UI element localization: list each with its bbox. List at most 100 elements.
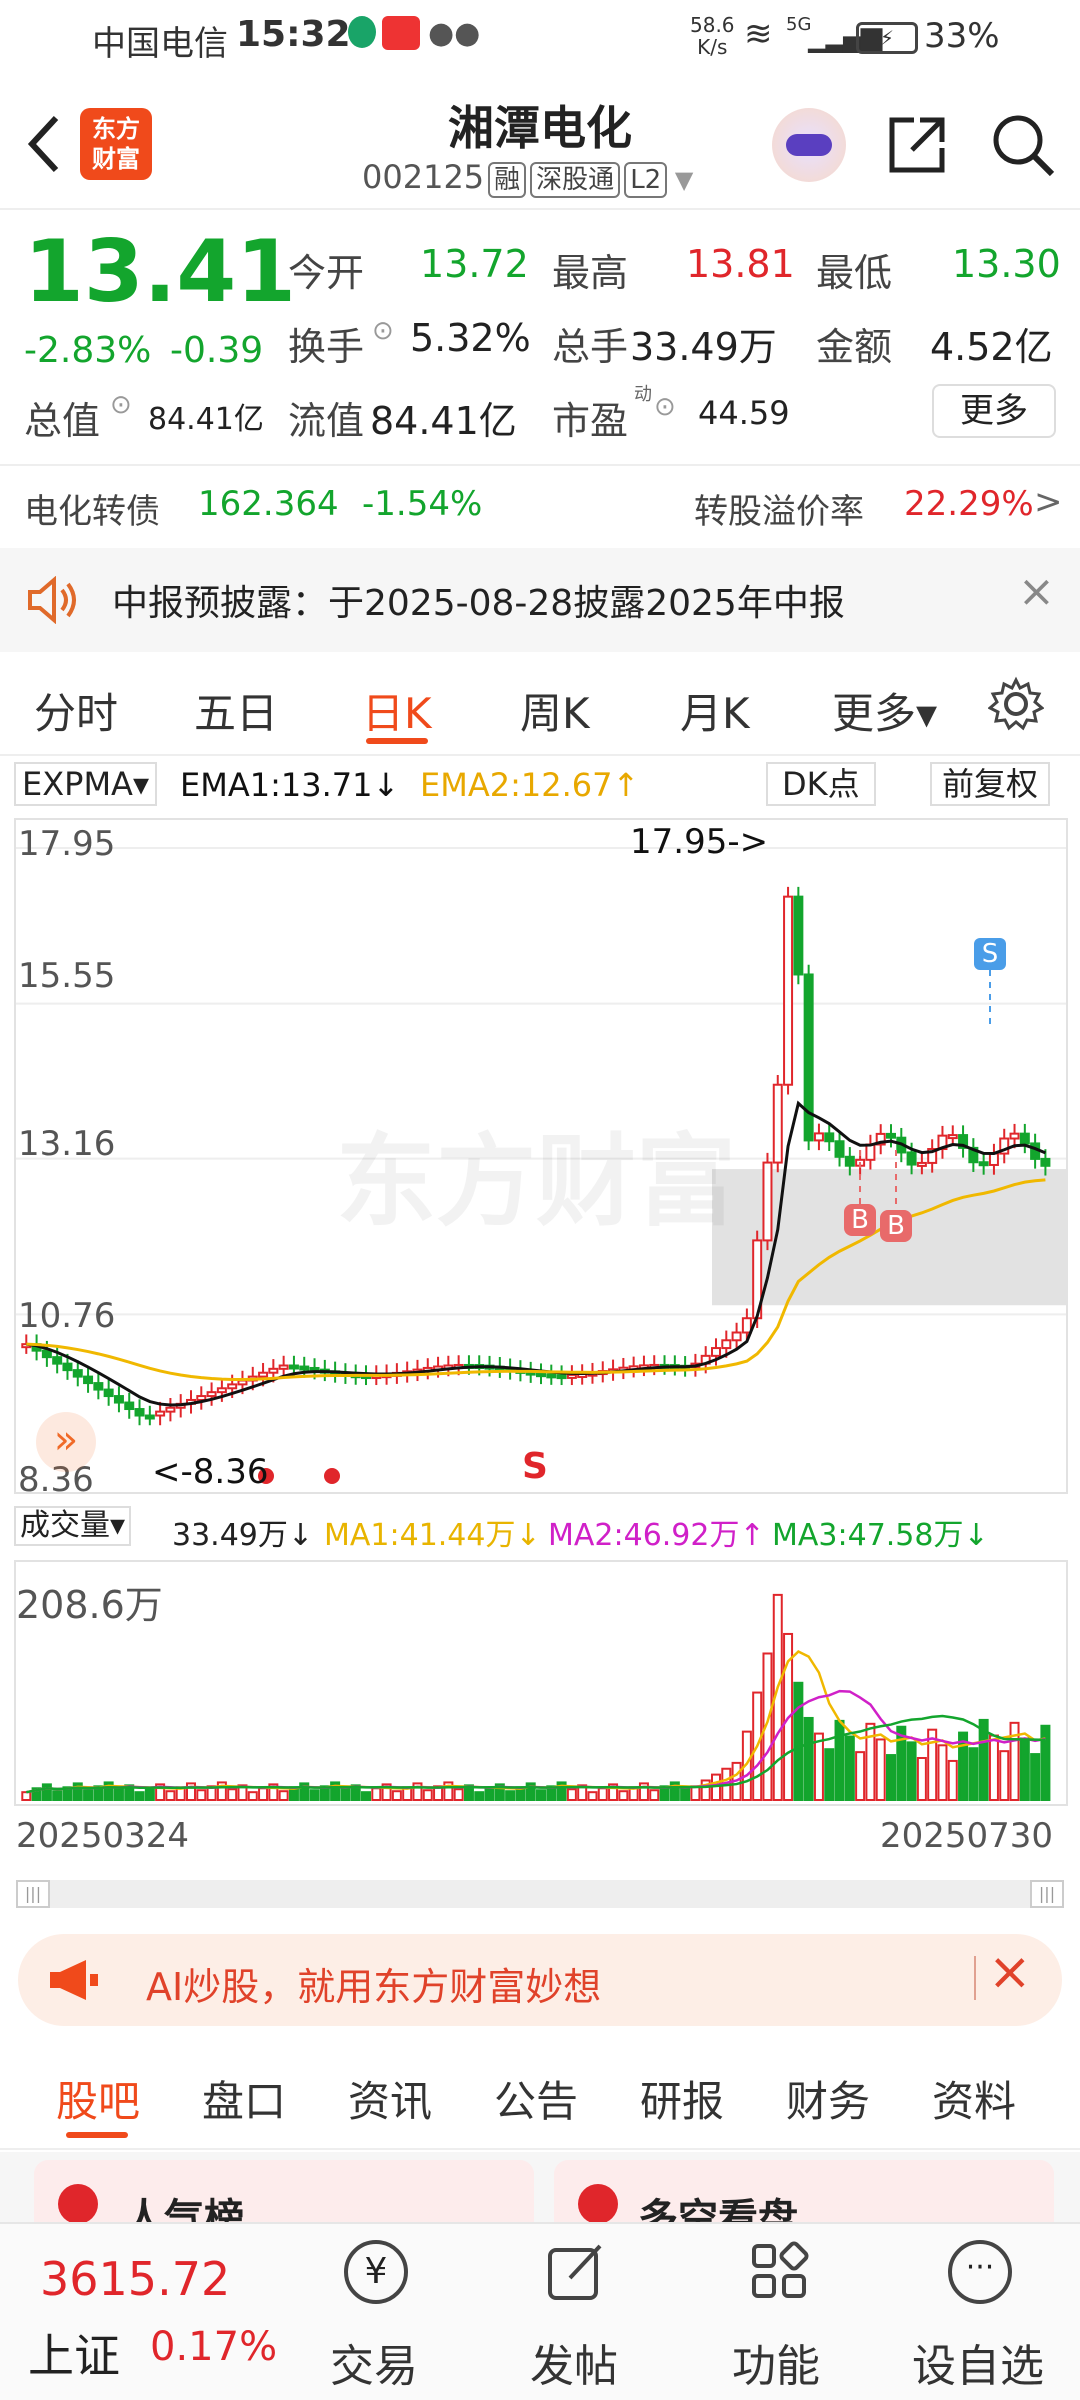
dk-point-button[interactable]: DK点 <box>766 762 876 806</box>
tab-news[interactable]: 资讯 <box>348 2068 432 2129</box>
tab-more[interactable]: 更多▾ <box>832 680 937 741</box>
stock-header: 东方 财富 湘潭电化 002125 融深股通 L2 ▼ <box>0 78 1080 210</box>
volume-bar <box>690 1785 701 1801</box>
volume-bar <box>587 1791 598 1802</box>
candle-body <box>268 1367 279 1374</box>
tab-monthly-k[interactable]: 月K <box>680 680 750 741</box>
candlestick-chart[interactable]: 东方财富 17.95 15.55 13.16 10.76 8.36 17.95-… <box>14 818 1068 1500</box>
ai-promo-banner[interactable]: AI炒股，就用东方财富妙想 × <box>18 1934 1062 2026</box>
add-watchlist-icon[interactable]: ··· <box>948 2240 1012 2304</box>
volume-bar <box>1040 1724 1051 1801</box>
tab-profile[interactable]: 资料 <box>932 2068 1016 2129</box>
nav-add-watchlist[interactable]: 设自选 <box>912 2330 1044 2394</box>
candle-body <box>216 1387 227 1394</box>
info-icon[interactable]: ⊙ <box>654 392 676 422</box>
more-button[interactable]: 更多 <box>932 384 1056 438</box>
volume-bar <box>886 1754 896 1801</box>
candle-body <box>124 1401 135 1411</box>
candle-body <box>288 1364 299 1370</box>
tab-intraday[interactable]: 分时 <box>34 680 118 741</box>
pe-dynamic-mark: 动 <box>634 384 652 405</box>
buy-signal-badge[interactable]: B <box>880 1210 912 1242</box>
share-icon[interactable] <box>884 112 950 178</box>
info-icon[interactable]: ⊙ <box>110 390 132 420</box>
clock: 15:32 <box>236 14 351 55</box>
candle-body <box>783 895 794 1086</box>
trade-icon[interactable]: ¥ <box>344 2240 408 2304</box>
tab-stock-forum[interactable]: 股吧 <box>56 2068 140 2129</box>
range-handle-right[interactable]: ||| <box>1030 1880 1064 1908</box>
candle-body <box>865 1143 876 1161</box>
tab-research[interactable]: 研报 <box>640 2068 724 2129</box>
buy-signal-badge[interactable]: B <box>844 1204 876 1236</box>
volume-bar <box>41 1783 52 1801</box>
megaphone-icon <box>50 1960 98 2000</box>
volume-bar <box>906 1741 917 1801</box>
nav-functions[interactable]: 功能 <box>732 2330 820 2394</box>
candle-body <box>62 1362 73 1372</box>
net-speed: 58.6 K/s <box>690 13 735 59</box>
candle-body <box>41 1349 52 1359</box>
volume-bar <box>453 1788 464 1801</box>
candle-body <box>556 1374 567 1380</box>
battery-level: 33% <box>924 16 1000 56</box>
range-handle-left[interactable]: ||| <box>16 1880 50 1908</box>
volume-bar <box>196 1789 207 1802</box>
candle-body <box>1040 1157 1051 1167</box>
volume-bar <box>875 1738 886 1802</box>
close-icon[interactable]: × <box>1018 566 1055 617</box>
popularity-card[interactable]: 人气榜 <box>34 2160 534 2242</box>
settings-icon[interactable] <box>988 676 1044 732</box>
range-slider[interactable]: ||| ||| <box>16 1880 1064 1908</box>
volume-bar <box>999 1750 1010 1802</box>
candle-body <box>721 1339 732 1350</box>
volume-bar <box>422 1789 433 1802</box>
watermark: 东方财富 <box>336 1123 736 1240</box>
volume-bar <box>566 1788 577 1801</box>
functions-icon[interactable] <box>748 2240 812 2304</box>
pe-label: 市盈 <box>552 399 629 443</box>
tab-five-day[interactable]: 五日 <box>194 680 278 741</box>
volume-select[interactable]: 成交量▾ <box>14 1506 132 1546</box>
volume-chart[interactable]: 208.6万 <box>14 1560 1068 1806</box>
stock-code-row: 002125 融深股通 L2 ▼ <box>362 158 693 198</box>
candle-body <box>906 1151 917 1166</box>
tab-order-book[interactable]: 盘口 <box>202 2068 286 2129</box>
ma2-value: MA2:46.92万↑ <box>548 1518 765 1553</box>
ai-assistant-avatar[interactable] <box>772 108 846 182</box>
info-icon[interactable]: ⊙ <box>372 316 394 346</box>
search-icon[interactable] <box>990 112 1056 178</box>
volume-bar <box>649 1789 660 1802</box>
volume-value: 33.49万↓ <box>172 1518 314 1553</box>
tab-announcements[interactable]: 公告 <box>494 2068 578 2129</box>
tab-daily-k[interactable]: 日K <box>362 680 432 741</box>
candle-body <box>206 1391 217 1398</box>
sell-signal-badge[interactable]: S <box>974 938 1006 970</box>
tab-financials[interactable]: 财务 <box>786 2068 870 2129</box>
volume-bar <box>361 1791 371 1802</box>
close-icon[interactable]: × <box>988 1942 1032 2002</box>
expand-arrow-icon[interactable]: » <box>36 1412 96 1472</box>
volume-bar <box>618 1790 629 1802</box>
bottom-navigation: 3615.72 上证 0.17% ¥ 交易 发帖 功能 ··· 设自选 <box>0 2222 1080 2400</box>
adjust-button[interactable]: 前复权 <box>930 762 1051 806</box>
earnings-notice[interactable]: 中报预披露：于2025-08-28披露2025年中报 × <box>0 548 1080 652</box>
index-name: 上证 <box>28 2329 120 2383</box>
volume-bar <box>340 1788 351 1801</box>
y-label-2: 15.55 <box>18 956 116 996</box>
post-icon[interactable] <box>544 2240 608 2304</box>
volume-bar <box>536 1789 546 1802</box>
dropdown-icon[interactable]: ▼ <box>667 166 693 194</box>
premium-label: 转股溢价率 <box>694 492 864 532</box>
nav-post[interactable]: 发帖 <box>530 2330 618 2394</box>
nav-trade[interactable]: 交易 <box>330 2330 418 2394</box>
volume-bar <box>165 1790 176 1802</box>
index-change: 0.17% <box>150 2324 278 2370</box>
tab-weekly-k[interactable]: 周K <box>520 680 590 741</box>
indicator-select[interactable]: EXPMA▾ <box>14 762 157 806</box>
float-value: 84.41亿 <box>370 399 517 443</box>
min-price-label: <-8.36 <box>152 1452 269 1492</box>
candle-body <box>144 1414 155 1420</box>
candle-body <box>196 1395 207 1401</box>
bull-bear-card[interactable]: 多空看盘 <box>554 2160 1054 2242</box>
